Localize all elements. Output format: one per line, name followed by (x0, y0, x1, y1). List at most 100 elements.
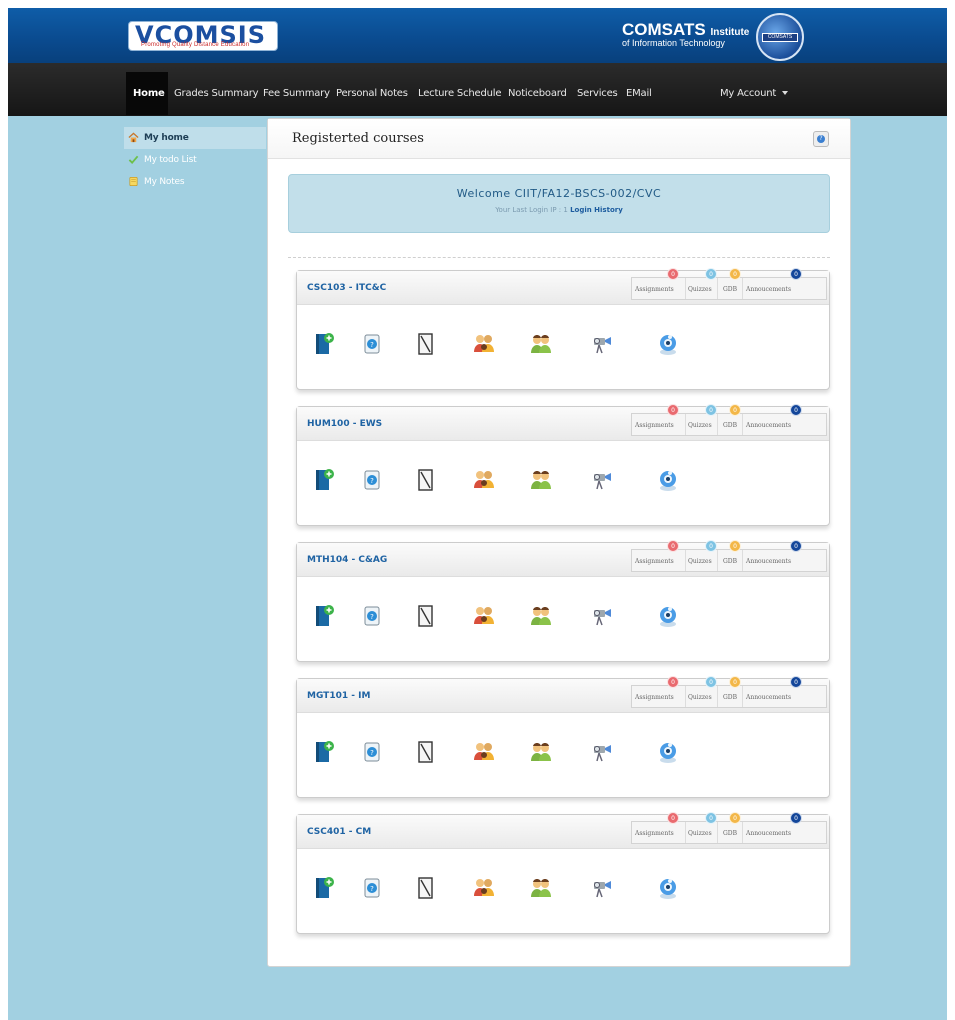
login-history-link[interactable]: Login History (570, 206, 623, 214)
announcements-count-badge[interactable]: 0 (790, 676, 802, 688)
nav-noticeboard[interactable]: Noticeboard (508, 88, 567, 99)
gdb-count-badge[interactable]: 0 (729, 404, 741, 416)
last-login-ip: Your Last Login IP : 1 (495, 206, 568, 214)
main-navbar: Home Grades Summary Fee Summary Personal… (8, 63, 947, 116)
projector-icon[interactable] (589, 467, 615, 493)
add-book-icon[interactable] (311, 331, 337, 357)
quizzes-count-badge[interactable]: 0 (705, 676, 717, 688)
nav-services[interactable]: Services (577, 88, 618, 99)
announcements-label[interactable]: Annoucements (746, 694, 791, 701)
gdb-label[interactable]: GDB (723, 422, 737, 429)
webcam-icon[interactable] (655, 467, 681, 493)
course-code-link[interactable]: HUM100 - EWS (307, 419, 382, 429)
assignments-label[interactable]: Assignments (635, 422, 674, 429)
quizzes-label[interactable]: Quizzes (688, 830, 712, 837)
quizzes-label[interactable]: Quizzes (688, 286, 712, 293)
course-code-link[interactable]: CSC103 - ITC&C (307, 283, 386, 293)
sidebar-item-label: My home (144, 133, 189, 143)
gdb-label[interactable]: GDB (723, 558, 737, 565)
sidebar-item-my-notes[interactable]: My Notes (124, 171, 266, 193)
announcements-label[interactable]: Annoucements (746, 422, 791, 429)
announcements-label[interactable]: Annoucements (746, 558, 791, 565)
quizzes-count-badge[interactable]: 0 (705, 268, 717, 280)
webcam-icon[interactable] (655, 875, 681, 901)
assignments-label[interactable]: Assignments (635, 830, 674, 837)
projector-icon[interactable] (589, 739, 615, 765)
assignments-count-badge[interactable]: 0 (667, 540, 679, 552)
notebook-icon[interactable] (413, 603, 439, 629)
help-button[interactable]: ? (813, 131, 829, 147)
nav-fee-summary[interactable]: Fee Summary (263, 88, 330, 99)
projector-icon[interactable] (589, 875, 615, 901)
nav-home[interactable]: Home (133, 88, 165, 99)
gdb-count-badge[interactable]: 0 (729, 268, 741, 280)
add-book-icon[interactable] (311, 467, 337, 493)
help-document-icon[interactable]: ? (359, 331, 385, 357)
announcements-count-badge[interactable]: 0 (790, 540, 802, 552)
assignments-label[interactable]: Assignments (635, 694, 674, 701)
group-people-icon[interactable] (471, 467, 497, 493)
users-icon[interactable] (528, 331, 554, 357)
quizzes-label[interactable]: Quizzes (688, 694, 712, 701)
quizzes-count-badge[interactable]: 0 (705, 812, 717, 824)
add-book-icon[interactable] (311, 739, 337, 765)
group-people-icon[interactable] (471, 331, 497, 357)
my-account-menu[interactable]: My Account (720, 88, 789, 99)
nav-email[interactable]: EMail (626, 88, 652, 99)
add-book-icon[interactable] (311, 603, 337, 629)
webcam-icon[interactable] (655, 739, 681, 765)
stat-divider (685, 414, 686, 435)
help-document-icon[interactable]: ? (359, 603, 385, 629)
nav-grades-summary[interactable]: Grades Summary (174, 88, 259, 99)
announcements-label[interactable]: Annoucements (746, 286, 791, 293)
help-document-icon[interactable]: ? (359, 875, 385, 901)
group-people-icon[interactable] (471, 603, 497, 629)
projector-icon[interactable] (589, 331, 615, 357)
assignments-count-badge[interactable]: 0 (667, 812, 679, 824)
nav-lecture-schedule[interactable]: Lecture Schedule (418, 88, 501, 99)
add-book-icon[interactable] (311, 875, 337, 901)
gdb-label[interactable]: GDB (723, 830, 737, 837)
sidebar-item-todo-list[interactable]: My todo List (124, 149, 266, 171)
course-code-link[interactable]: MGT101 - IM (307, 691, 370, 701)
quizzes-label[interactable]: Quizzes (688, 422, 712, 429)
gdb-label[interactable]: GDB (723, 286, 737, 293)
announcements-label[interactable]: Annoucements (746, 830, 791, 837)
users-icon[interactable] (528, 875, 554, 901)
webcam-icon[interactable] (655, 603, 681, 629)
help-document-icon[interactable]: ? (359, 739, 385, 765)
users-icon[interactable] (528, 739, 554, 765)
notebook-icon[interactable] (413, 467, 439, 493)
vcomsis-logo[interactable]: VCOMSIS Promoting Quality Distance Educa… (128, 21, 278, 51)
assignments-count-badge[interactable]: 0 (667, 676, 679, 688)
svg-text:?: ? (370, 613, 374, 621)
group-people-icon[interactable] (471, 875, 497, 901)
quizzes-count-badge[interactable]: 0 (705, 404, 717, 416)
users-icon[interactable] (528, 467, 554, 493)
users-icon[interactable] (528, 603, 554, 629)
assignments-count-badge[interactable]: 0 (667, 404, 679, 416)
sidebar-item-my-home[interactable]: My home (124, 127, 266, 149)
assignments-label[interactable]: Assignments (635, 558, 674, 565)
notebook-icon[interactable] (413, 331, 439, 357)
assignments-label[interactable]: Assignments (635, 286, 674, 293)
notebook-icon[interactable] (413, 875, 439, 901)
quizzes-label[interactable]: Quizzes (688, 558, 712, 565)
announcements-count-badge[interactable]: 0 (790, 812, 802, 824)
group-people-icon[interactable] (471, 739, 497, 765)
course-code-link[interactable]: CSC401 - CM (307, 827, 371, 837)
gdb-count-badge[interactable]: 0 (729, 676, 741, 688)
projector-icon[interactable] (589, 603, 615, 629)
gdb-label[interactable]: GDB (723, 694, 737, 701)
notebook-icon[interactable] (413, 739, 439, 765)
assignments-count-badge[interactable]: 0 (667, 268, 679, 280)
nav-personal-notes[interactable]: Personal Notes (336, 88, 408, 99)
course-code-link[interactable]: MTH104 - C&AG (307, 555, 387, 565)
announcements-count-badge[interactable]: 0 (790, 404, 802, 416)
announcements-count-badge[interactable]: 0 (790, 268, 802, 280)
help-document-icon[interactable]: ? (359, 467, 385, 493)
webcam-icon[interactable] (655, 331, 681, 357)
gdb-count-badge[interactable]: 0 (729, 540, 741, 552)
quizzes-count-badge[interactable]: 0 (705, 540, 717, 552)
gdb-count-badge[interactable]: 0 (729, 812, 741, 824)
